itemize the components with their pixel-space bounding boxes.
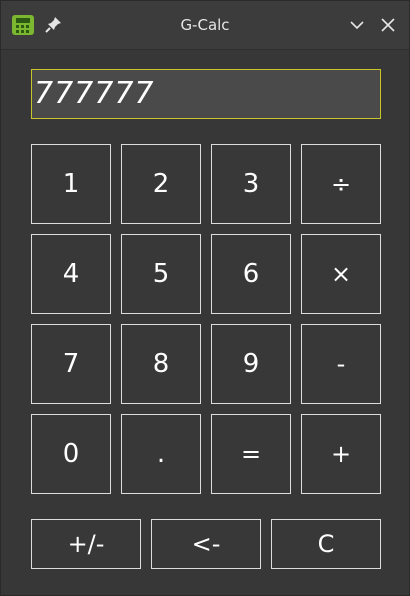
key-multiply[interactable]: × [301,234,381,314]
key-equals[interactable]: = [211,414,291,494]
key-decimal[interactable]: . [121,414,201,494]
close-icon[interactable] [379,16,397,34]
title-bar[interactable]: G-Calc [1,1,409,50]
display-field[interactable]: 777777 [31,69,381,119]
key-backspace[interactable]: <- [151,519,261,569]
key-3[interactable]: 3 [211,144,291,224]
key-divide[interactable]: ÷ [301,144,381,224]
key-9[interactable]: 9 [211,324,291,404]
key-5[interactable]: 5 [121,234,201,314]
calculator-window: G-Calc 777777 1 2 3 ÷ 4 5 6 × 7 8 9 - 0 … [0,0,410,596]
key-2[interactable]: 2 [121,144,201,224]
key-1[interactable]: 1 [31,144,111,224]
key-6[interactable]: 6 [211,234,291,314]
key-7[interactable]: 7 [31,324,111,404]
chevron-down-icon[interactable] [348,16,366,34]
key-negate[interactable]: +/- [31,519,141,569]
key-4[interactable]: 4 [31,234,111,314]
key-add[interactable]: + [301,414,381,494]
key-subtract[interactable]: - [301,324,381,404]
key-8[interactable]: 8 [121,324,201,404]
key-0[interactable]: 0 [31,414,111,494]
key-clear[interactable]: C [271,519,381,569]
